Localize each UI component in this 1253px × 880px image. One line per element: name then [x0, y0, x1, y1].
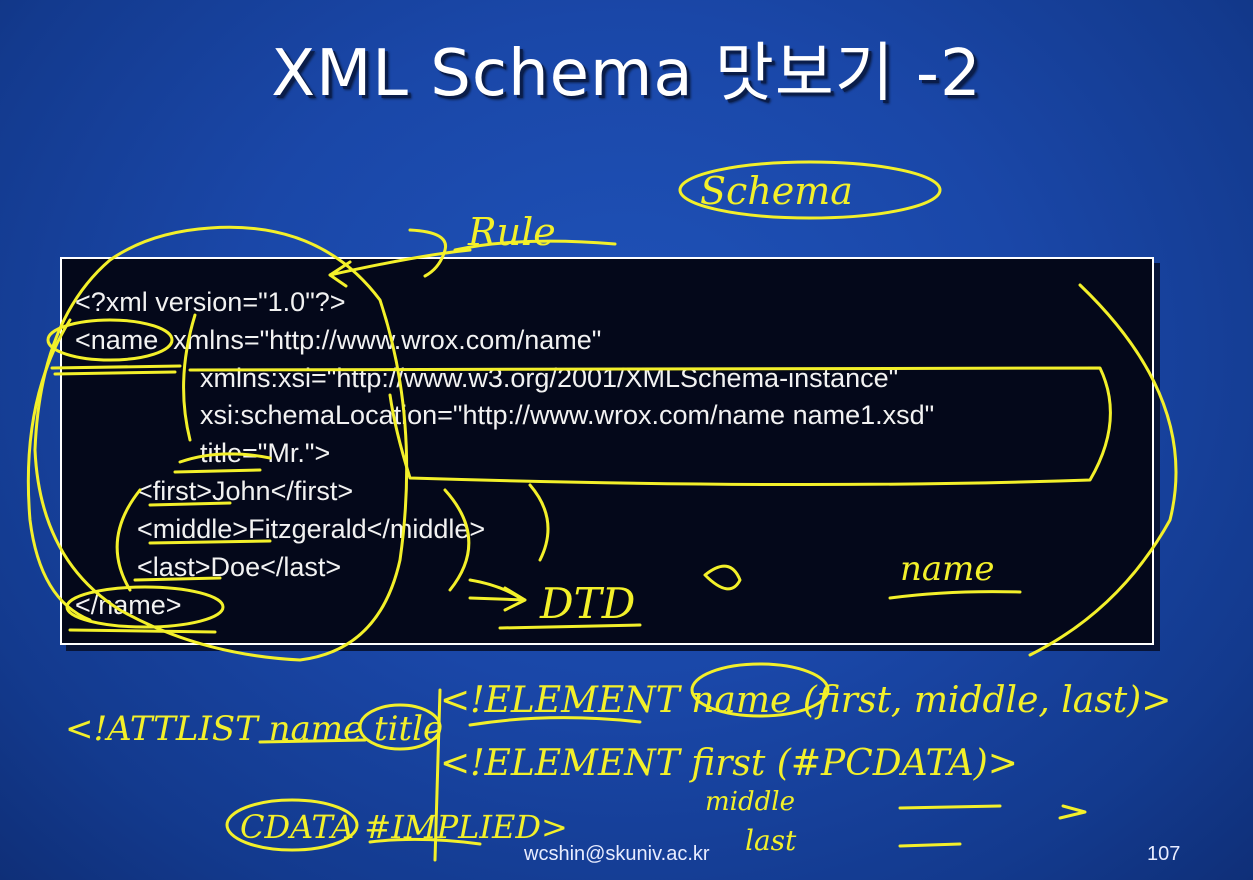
code-line-xmlns-xsi: xmlns:xsi="http://www.w3.org/2001/XMLSch…: [200, 363, 899, 393]
page-number: 107: [1147, 843, 1181, 865]
attlist-decl: <!ATTLIST name title: [65, 709, 443, 749]
implied-underline: [368, 837, 482, 846]
rule-handwritten: Rule: [467, 210, 556, 254]
last-handwritten: last: [745, 824, 797, 857]
element-decl-1-underline: [468, 716, 642, 727]
title-decl-oval: [358, 703, 442, 751]
footer-email: wcshin@skuniv.ac.kr: [524, 843, 710, 865]
slide-title: XML Schema 맛보기 -2: [271, 37, 982, 111]
attlist-underline: [258, 738, 367, 744]
name-decl-oval: [690, 662, 830, 718]
code-line-xml-decl: <?xml version="1.0"?>: [75, 287, 346, 317]
cdata-oval: [225, 798, 359, 852]
attlist-bracket: [433, 688, 442, 862]
middle-handwritten: middle: [705, 787, 795, 817]
code-line-name-close: </name>: [75, 590, 182, 620]
dash-lines: [898, 804, 1087, 848]
element-decl-2: <!ELEMENT first (#PCDATA)>: [440, 743, 1018, 784]
code-line-title-attr: title="Mr.">: [200, 438, 331, 468]
code-line-middle: <middle>Fitzgerald</middle>: [137, 514, 486, 544]
rule-underline: [453, 239, 617, 252]
code-line-name-open: <name xmlns="http://www.wrox.com/name": [75, 325, 602, 355]
code-line-last: <last>Doe</last>: [137, 552, 342, 582]
schema-handwritten: Schema: [700, 169, 853, 213]
cdata-implied: CDATA #IMPLIED>: [240, 808, 568, 846]
schema-oval: [678, 160, 942, 220]
element-decl-1: <!ELEMENT name (first, middle, last)>: [440, 680, 1171, 721]
code-line-first: <first>John</first>: [137, 476, 354, 506]
code-line-schema-location: xsi:schemaLocation="http://www.wrox.com/…: [200, 400, 935, 430]
